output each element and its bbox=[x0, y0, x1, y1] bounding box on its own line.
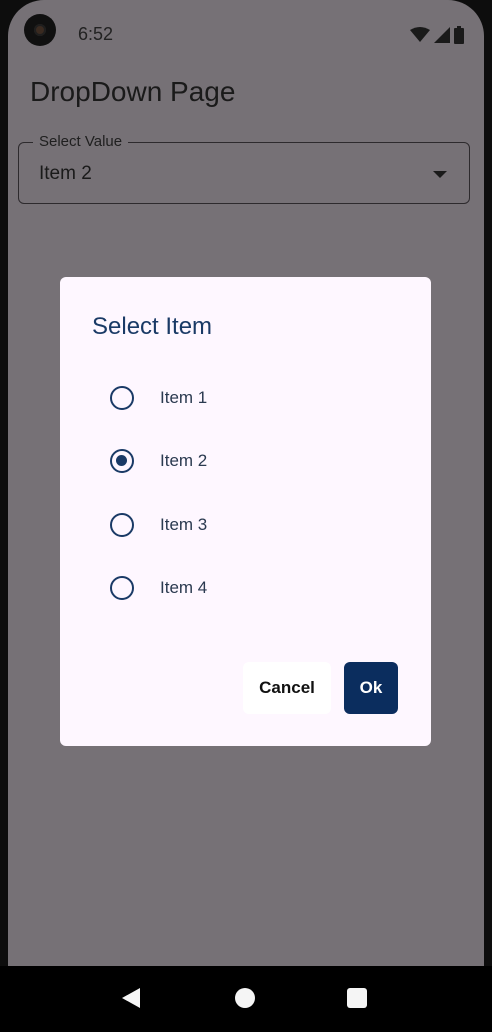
front-camera bbox=[24, 14, 56, 46]
camera-lens bbox=[34, 24, 46, 36]
radio-button-selected[interactable] bbox=[110, 449, 134, 473]
radio-option-item-1[interactable]: Item 1 bbox=[110, 383, 207, 413]
screen: 6:52 DropDown Page Select Value Item 2 S… bbox=[8, 0, 484, 1032]
select-value-dropdown[interactable]: Select Value Item 2 bbox=[18, 133, 470, 204]
cancel-button[interactable]: Cancel bbox=[243, 662, 331, 714]
recents-icon[interactable] bbox=[347, 988, 367, 1008]
battery-icon bbox=[454, 26, 464, 44]
home-icon[interactable] bbox=[235, 988, 255, 1008]
radio-button[interactable] bbox=[110, 386, 134, 410]
select-item-dialog: Select Item Item 1 Item 2 Item 3 Item 4 … bbox=[60, 277, 431, 746]
dropdown-label: Select Value bbox=[33, 133, 129, 150]
dropdown-selected-value: Item 2 bbox=[39, 163, 92, 184]
radio-button[interactable] bbox=[110, 513, 134, 537]
device-frame: 6:52 DropDown Page Select Value Item 2 S… bbox=[0, 0, 492, 1032]
cellular-signal-icon bbox=[434, 27, 450, 43]
page-title: DropDown Page bbox=[30, 76, 236, 107]
ok-button[interactable]: Ok bbox=[344, 662, 398, 714]
radio-label: Item 4 bbox=[160, 578, 208, 597]
radio-button[interactable] bbox=[110, 576, 134, 600]
radio-option-item-2[interactable]: Item 2 bbox=[110, 446, 207, 476]
radio-option-item-3[interactable]: Item 3 bbox=[110, 510, 207, 540]
radio-label: Item 1 bbox=[160, 388, 208, 407]
navigation-bar bbox=[0, 966, 492, 1032]
back-icon[interactable] bbox=[122, 988, 140, 1008]
radio-label: Item 2 bbox=[160, 451, 208, 470]
status-icons bbox=[410, 26, 464, 44]
status-time: 6:52 bbox=[78, 24, 114, 44]
radio-label: Item 3 bbox=[160, 515, 208, 534]
wifi-icon bbox=[410, 27, 430, 42]
radio-option-item-4[interactable]: Item 4 bbox=[110, 573, 207, 603]
dropdown-arrow-icon[interactable] bbox=[433, 171, 447, 178]
dialog-title: Select Item bbox=[92, 313, 213, 340]
